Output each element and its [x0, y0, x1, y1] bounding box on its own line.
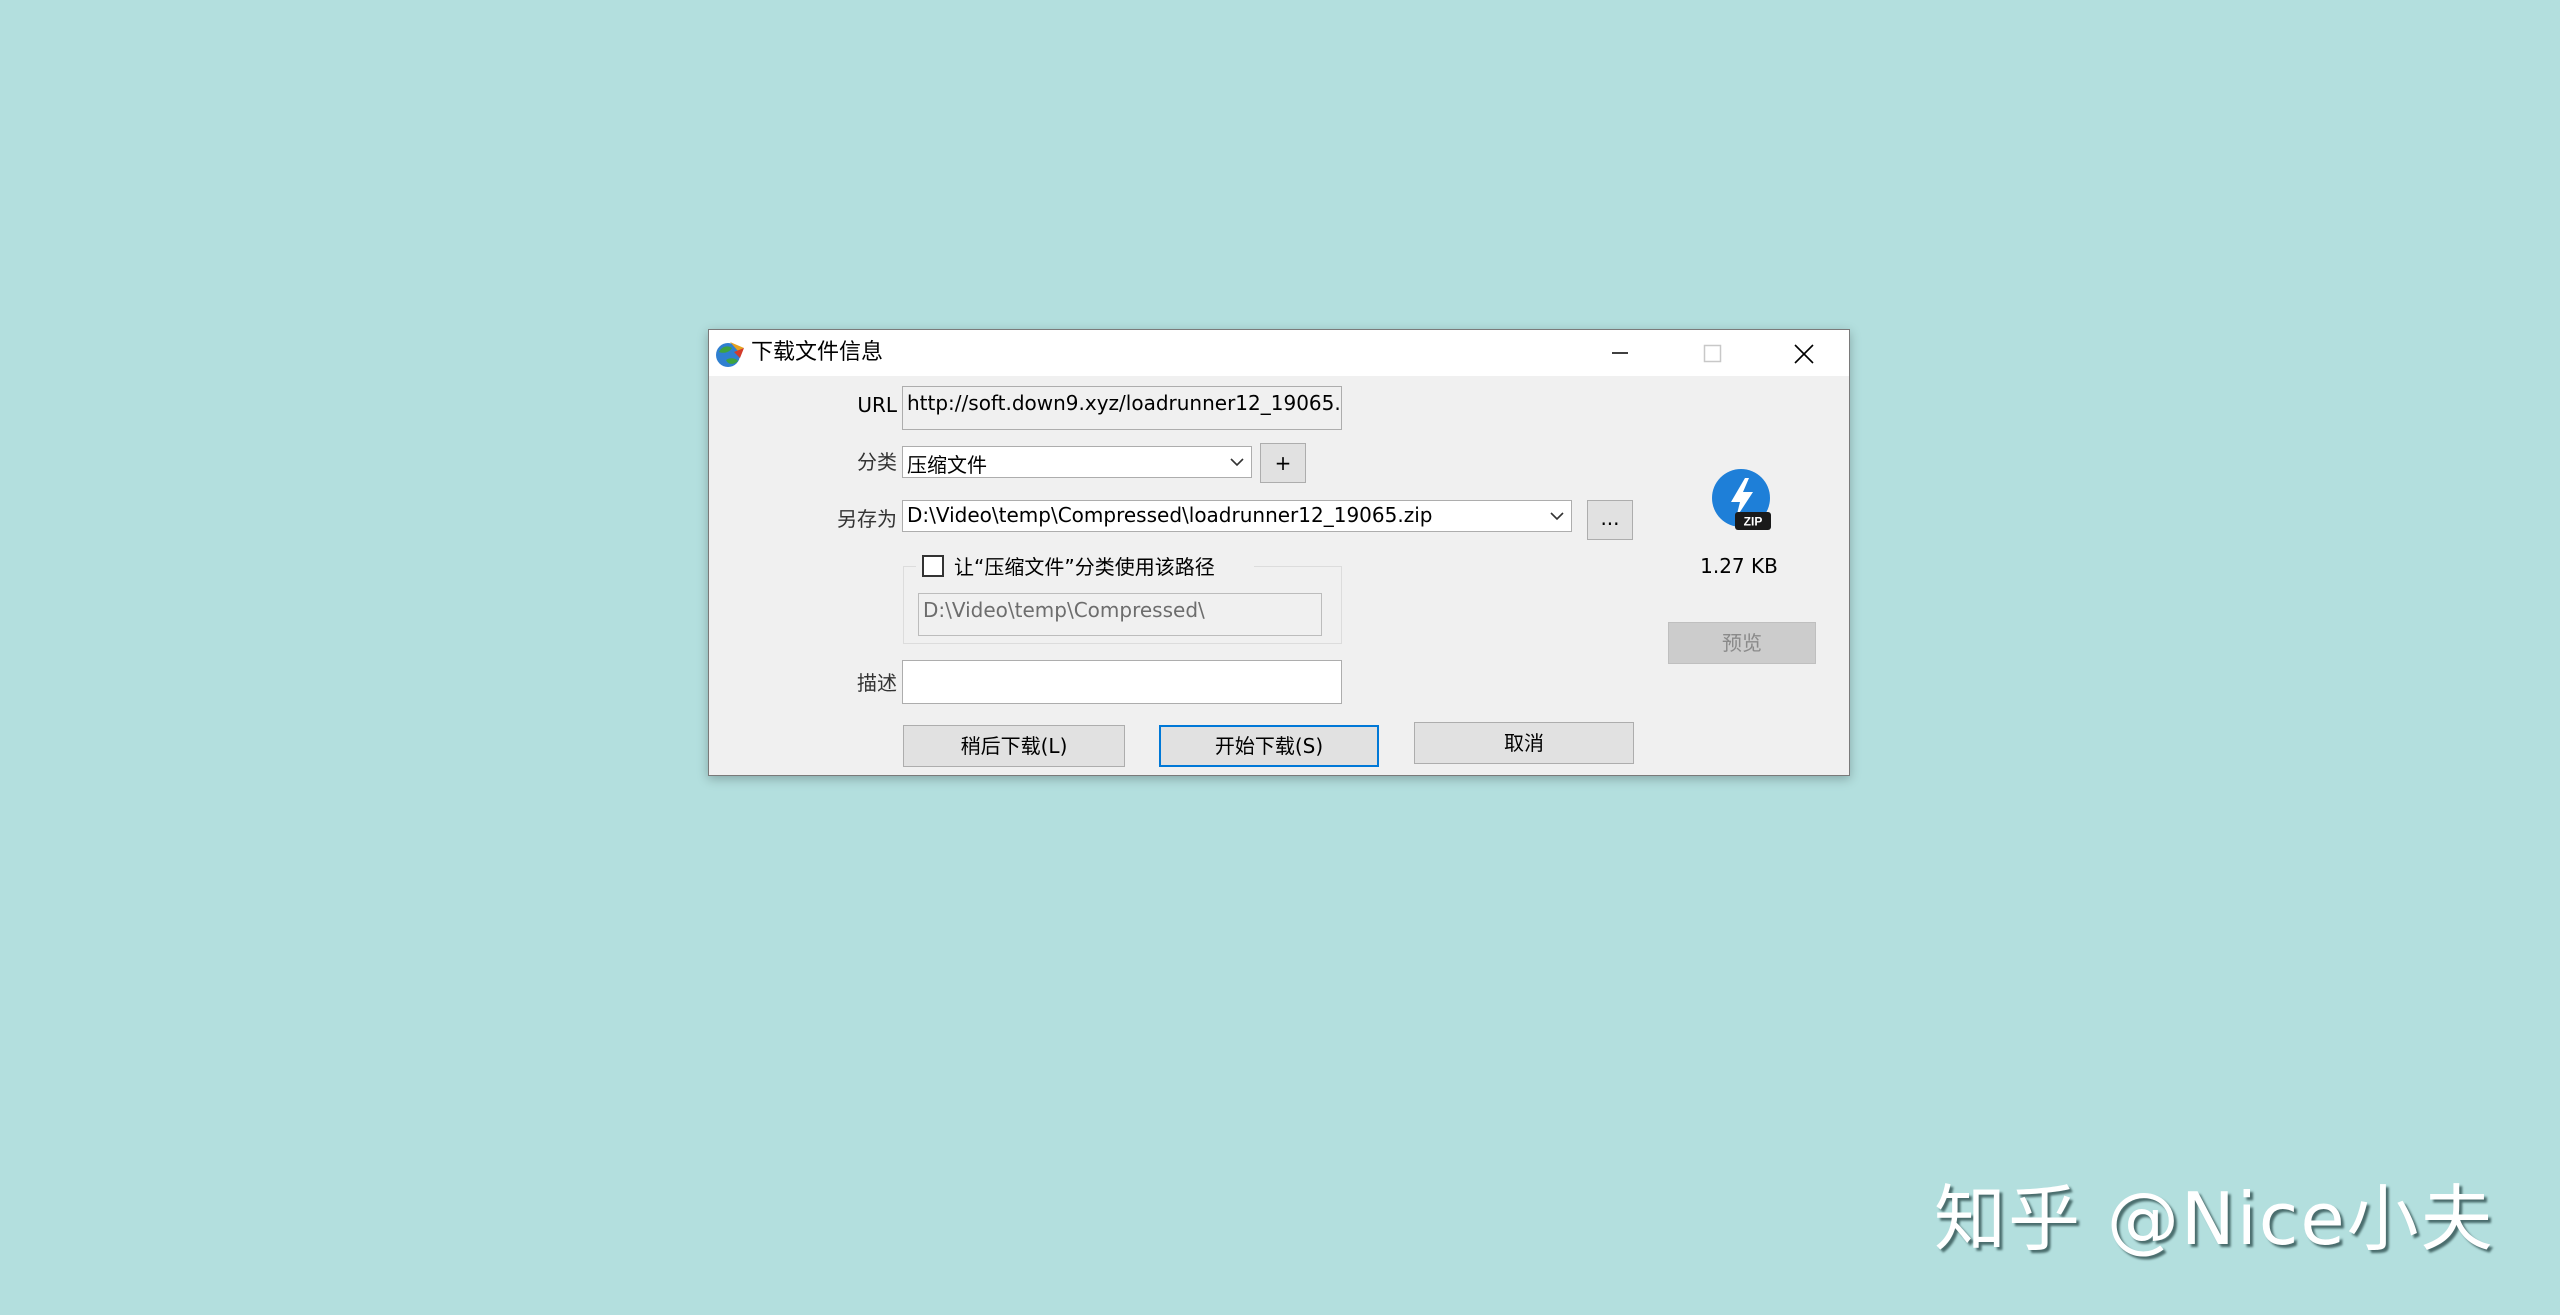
title-bar[interactable]: 下载文件信息: [709, 330, 1849, 376]
browse-button[interactable]: ...: [1587, 500, 1633, 540]
start-download-button[interactable]: 开始下载(S): [1159, 725, 1379, 767]
maximize-button: [1666, 330, 1758, 376]
saveas-path-value: D:\Video\temp\Compressed\loadrunner12_19…: [907, 503, 1433, 527]
url-label: URL: [857, 393, 897, 417]
category-path-field: D:\Video\temp\Compressed\: [918, 593, 1322, 636]
idm-globe-icon: [716, 342, 744, 367]
category-label: 分类: [857, 450, 897, 474]
saveas-label: 另存为: [837, 507, 897, 531]
zhihu-watermark: 知乎 @Nice小夫: [1934, 1177, 2495, 1261]
minimize-button[interactable]: [1574, 330, 1666, 376]
maximize-icon: [1703, 344, 1722, 363]
saveas-combobox[interactable]: D:\Video\temp\Compressed\loadrunner12_19…: [902, 500, 1572, 532]
download-later-button[interactable]: 稍后下载(L): [903, 725, 1125, 767]
close-icon: [1794, 344, 1814, 364]
download-file-info-dialog: 下载文件信息 URL http://soft.down9.xyz/loadrun…: [708, 329, 1850, 776]
file-size-text: 1.27 KB: [1700, 554, 1778, 578]
preview-button: 预览: [1668, 622, 1816, 664]
zip-badge-text: ZIP: [1744, 515, 1763, 529]
url-field[interactable]: http://soft.down9.xyz/loadrunner12_19065…: [902, 386, 1342, 430]
cancel-button[interactable]: 取消: [1414, 722, 1634, 764]
category-select[interactable]: 压缩文件: [902, 446, 1252, 478]
use-path-checkbox[interactable]: [922, 555, 944, 577]
use-path-checkbox-label: 让“压缩文件”分类使用该路径: [954, 555, 1215, 579]
use-path-checkbox-row[interactable]: 让“压缩文件”分类使用该路径: [916, 550, 1254, 579]
close-button[interactable]: [1758, 330, 1850, 376]
chevron-down-icon: [1230, 458, 1244, 467]
add-category-button[interactable]: +: [1260, 443, 1306, 483]
zip-file-icon: ZIP: [1712, 469, 1771, 530]
window-title: 下载文件信息: [751, 340, 884, 365]
minimize-icon: [1612, 352, 1628, 354]
description-input[interactable]: [902, 660, 1342, 704]
description-label: 描述: [857, 671, 897, 695]
category-select-value: 压缩文件: [907, 453, 987, 477]
chevron-down-icon: [1550, 512, 1564, 521]
